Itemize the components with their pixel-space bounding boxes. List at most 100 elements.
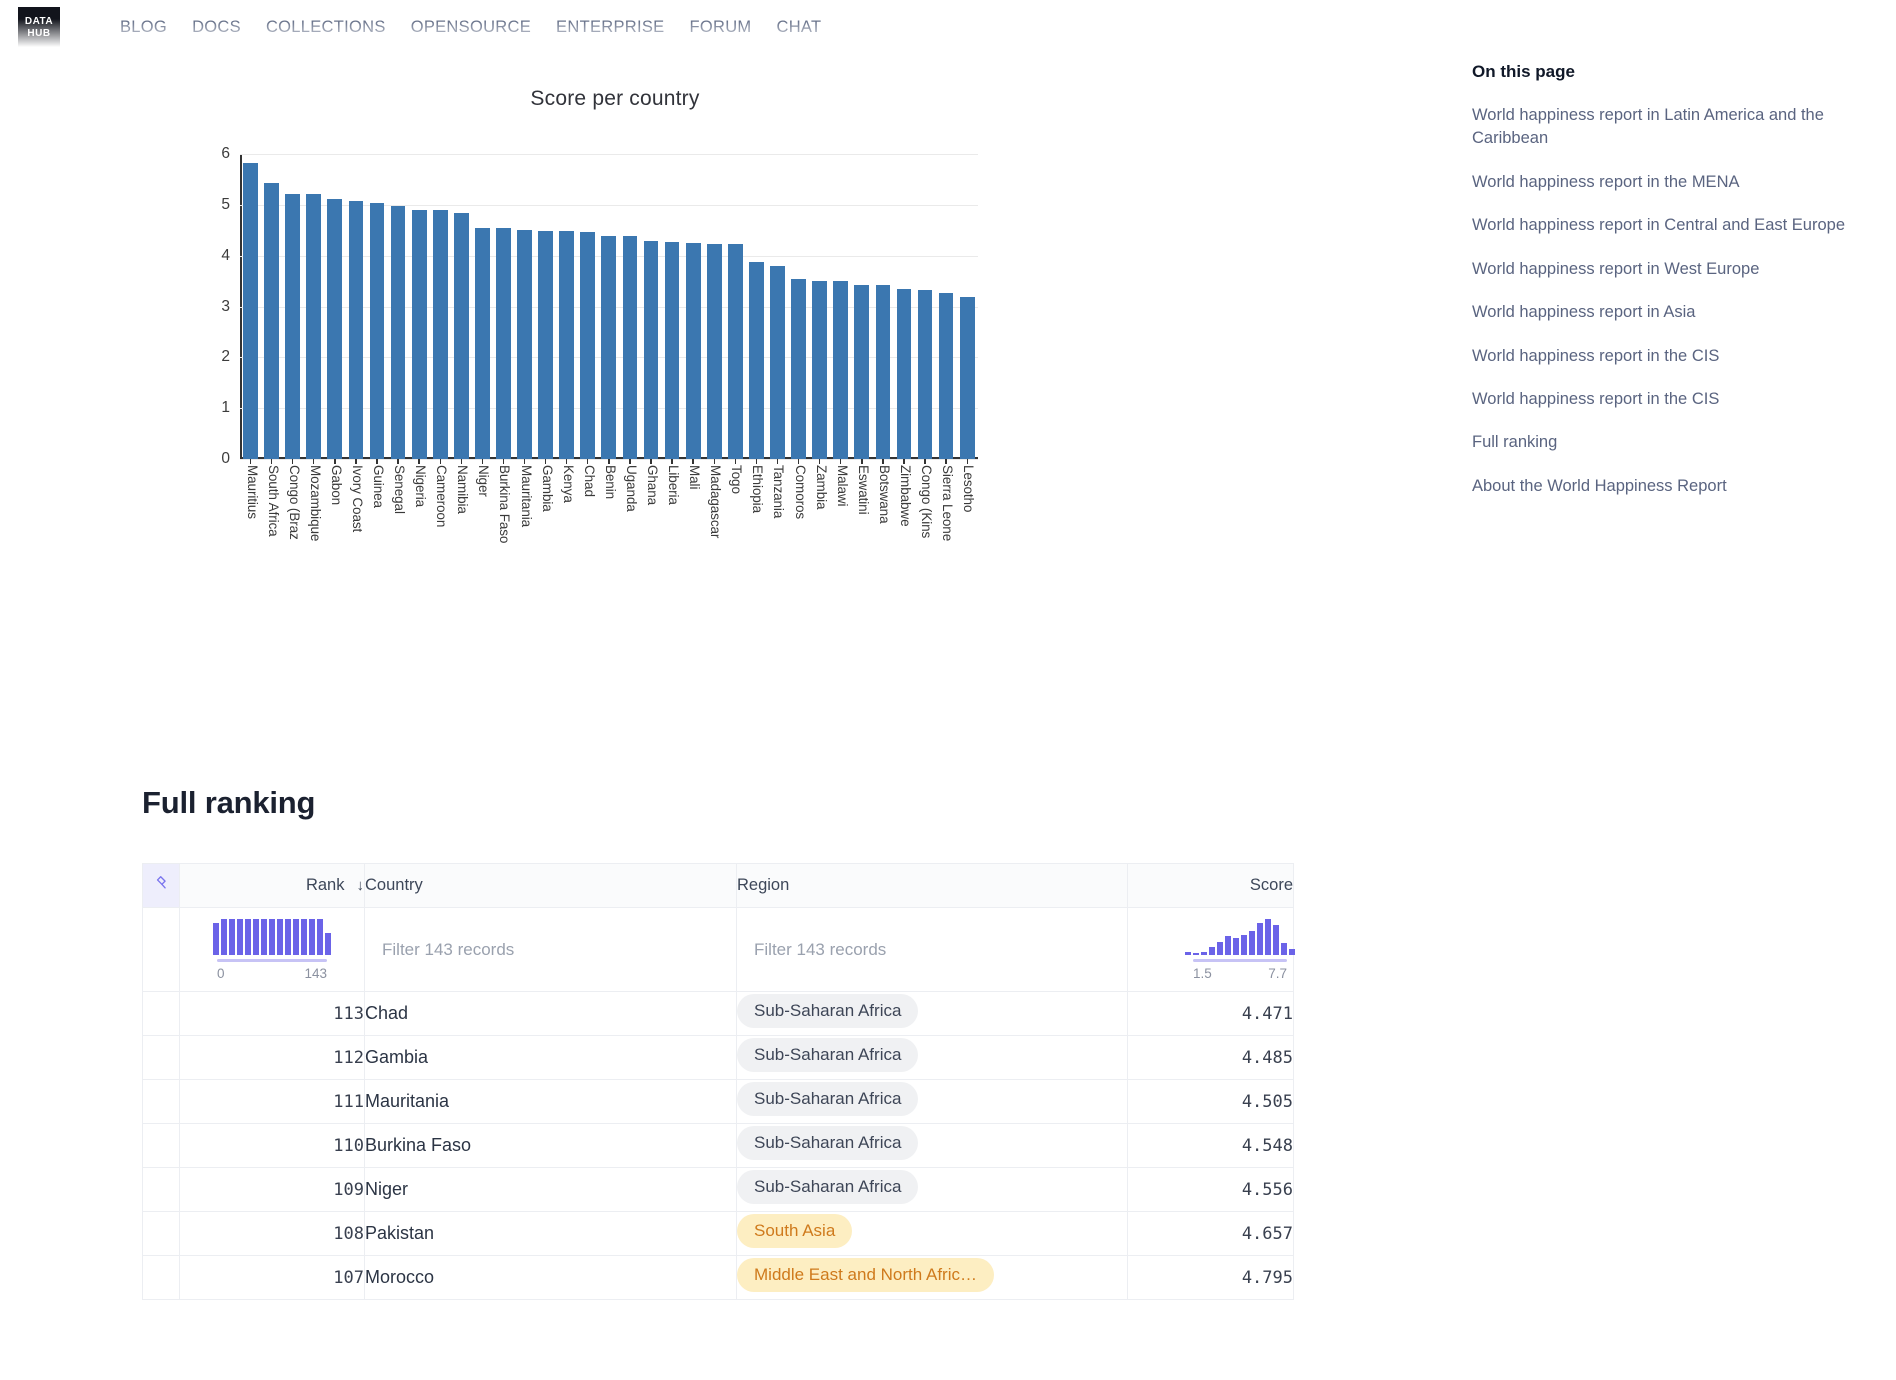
bar[interactable] xyxy=(496,227,511,459)
bar[interactable] xyxy=(706,243,722,459)
table-row[interactable]: 109 Niger Sub-Saharan Africa 4.556 xyxy=(142,1167,1294,1212)
bar[interactable] xyxy=(369,203,385,459)
table-row[interactable]: 113 Chad Sub-Saharan Africa 4.471 xyxy=(142,991,1294,1036)
bar-cell[interactable] xyxy=(893,154,914,459)
toc-link-cis-1[interactable]: World happiness report in the CIS xyxy=(1472,345,1894,368)
nav-link-blog[interactable]: BLOG xyxy=(120,18,167,37)
sort-descending-icon[interactable]: ↓ xyxy=(357,877,365,894)
datahub-logo[interactable]: DATA HUB xyxy=(18,6,60,49)
bar-cell[interactable] xyxy=(683,154,704,459)
bar[interactable] xyxy=(285,193,301,459)
bar-cell[interactable] xyxy=(725,154,746,459)
nav-link-collections[interactable]: COLLECTIONS xyxy=(266,18,386,37)
bar-cell[interactable] xyxy=(430,154,451,459)
bar-cell[interactable] xyxy=(556,154,577,459)
bar-cell[interactable] xyxy=(598,154,619,459)
bar[interactable] xyxy=(812,280,828,459)
bar[interactable] xyxy=(896,289,912,459)
bar[interactable] xyxy=(264,183,279,459)
bar-cell[interactable] xyxy=(767,154,788,459)
bar[interactable] xyxy=(601,235,617,459)
bar[interactable] xyxy=(917,290,933,459)
bar-cell[interactable] xyxy=(662,154,683,459)
bar[interactable] xyxy=(854,284,870,459)
bar-cell[interactable] xyxy=(851,154,872,459)
bar-cell[interactable] xyxy=(830,154,851,459)
bar[interactable] xyxy=(833,281,849,459)
bar[interactable] xyxy=(770,266,785,459)
bar[interactable] xyxy=(749,262,764,459)
rank-column-header[interactable]: Rank ↓ xyxy=(179,863,365,908)
bar-cell[interactable] xyxy=(388,154,409,459)
toc-link-latin-america[interactable]: World happiness report in Latin America … xyxy=(1472,104,1894,151)
region-filter-cell[interactable]: Filter 143 records xyxy=(736,907,1128,992)
country-filter-cell[interactable]: Filter 143 records xyxy=(364,907,737,992)
bar-cell[interactable] xyxy=(936,154,957,459)
region-filter-input[interactable]: Filter 143 records xyxy=(737,940,1127,960)
bar[interactable] xyxy=(938,292,954,459)
table-row[interactable]: 112 Gambia Sub-Saharan Africa 4.485 xyxy=(142,1035,1294,1080)
bar[interactable] xyxy=(727,244,743,459)
bar[interactable] xyxy=(959,296,975,459)
bar-cell[interactable] xyxy=(577,154,598,459)
bar-cell[interactable] xyxy=(261,154,282,459)
bar[interactable] xyxy=(390,205,406,459)
table-row[interactable]: 108 Pakistan South Asia 4.657 xyxy=(142,1211,1294,1256)
bar[interactable] xyxy=(453,212,469,459)
bar[interactable] xyxy=(517,229,532,459)
bar-cell[interactable] xyxy=(366,154,387,459)
row-pin-cell[interactable] xyxy=(142,1167,180,1212)
pin-column-header[interactable] xyxy=(142,863,180,908)
bar[interactable] xyxy=(475,227,490,459)
row-pin-cell[interactable] xyxy=(142,1123,180,1168)
bar-cell[interactable] xyxy=(704,154,725,459)
nav-link-chat[interactable]: CHAT xyxy=(776,18,821,37)
toc-link-west-europe[interactable]: World happiness report in West Europe xyxy=(1472,258,1894,281)
bar[interactable] xyxy=(243,163,258,459)
bar[interactable] xyxy=(559,231,575,459)
nav-link-forum[interactable]: FORUM xyxy=(689,18,751,37)
bar-cell[interactable] xyxy=(240,154,261,459)
bar-cell[interactable] xyxy=(282,154,303,459)
bar[interactable] xyxy=(791,278,806,459)
table-row[interactable]: 111 Mauritania Sub-Saharan Africa 4.505 xyxy=(142,1079,1294,1124)
bar-cell[interactable] xyxy=(535,154,556,459)
row-pin-cell[interactable] xyxy=(142,1079,180,1124)
bar-cell[interactable] xyxy=(451,154,472,459)
rank-range-slider[interactable] xyxy=(217,958,327,962)
bar[interactable] xyxy=(643,240,659,459)
bar[interactable] xyxy=(685,243,701,459)
row-pin-cell[interactable] xyxy=(142,1211,180,1256)
bar-cell[interactable] xyxy=(493,154,514,459)
bar-cell[interactable] xyxy=(872,154,893,459)
toc-link-full-ranking[interactable]: Full ranking xyxy=(1472,431,1894,454)
region-column-header[interactable]: Region xyxy=(736,863,1128,908)
bar[interactable] xyxy=(538,230,553,459)
rank-range-filter[interactable]: 0 143 xyxy=(179,907,365,992)
toc-link-about-report[interactable]: About the World Happiness Report xyxy=(1472,475,1894,498)
table-row[interactable]: 107 Morocco Middle East and North Afric… 4.… xyxy=(142,1255,1294,1300)
table-row[interactable]: 110 Burkina Faso Sub-Saharan Africa 4.548 xyxy=(142,1123,1294,1168)
bar[interactable] xyxy=(348,200,364,459)
toc-link-mena[interactable]: World happiness report in the MENA xyxy=(1472,171,1894,194)
score-range-filter[interactable]: 1.5 7.7 xyxy=(1127,907,1295,992)
bar-cell[interactable] xyxy=(409,154,430,459)
bar[interactable] xyxy=(580,231,596,459)
row-pin-cell[interactable] xyxy=(142,1255,180,1300)
bar-cell[interactable] xyxy=(619,154,640,459)
bar[interactable] xyxy=(622,236,638,459)
score-column-header[interactable]: Score xyxy=(1127,863,1294,908)
toc-link-central-east-europe[interactable]: World happiness report in Central and Ea… xyxy=(1472,214,1894,237)
row-pin-cell[interactable] xyxy=(142,991,180,1036)
bar-cell[interactable] xyxy=(324,154,345,459)
bar-cell[interactable] xyxy=(957,154,978,459)
country-column-header[interactable]: Country xyxy=(364,863,737,908)
row-pin-cell[interactable] xyxy=(142,1035,180,1080)
bar[interactable] xyxy=(432,210,448,459)
score-range-slider[interactable] xyxy=(1193,958,1287,962)
bar-cell[interactable] xyxy=(915,154,936,459)
country-filter-input[interactable]: Filter 143 records xyxy=(365,940,736,960)
bar[interactable] xyxy=(664,241,680,459)
nav-link-enterprise[interactable]: ENTERPRISE xyxy=(556,18,664,37)
nav-link-docs[interactable]: DOCS xyxy=(192,18,241,37)
